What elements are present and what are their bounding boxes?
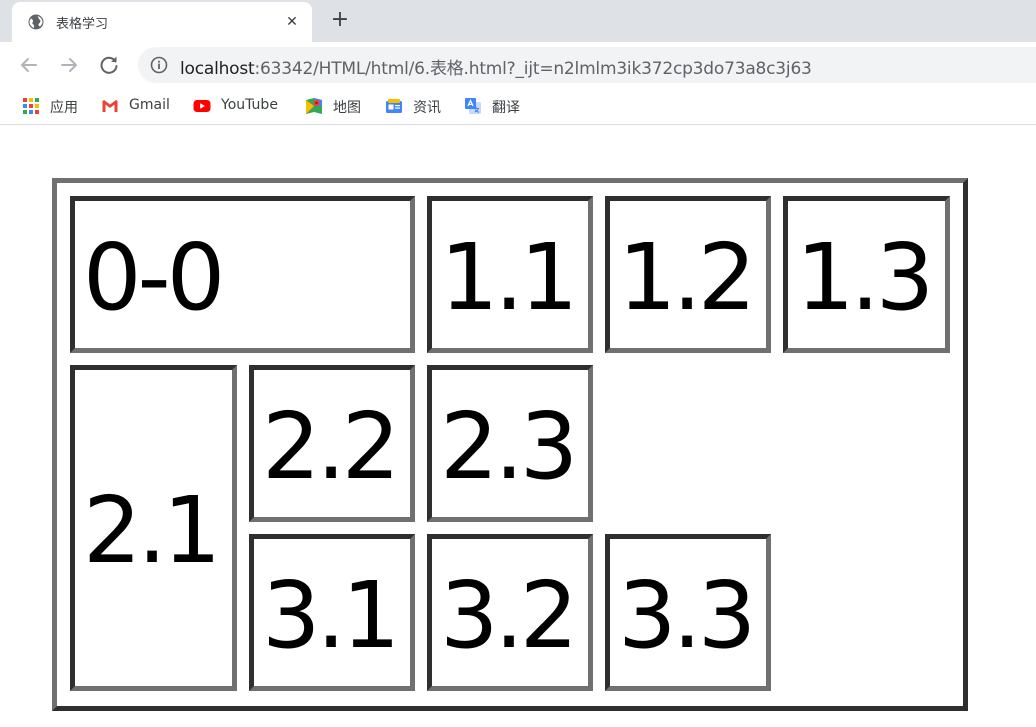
table-cell-text: 2.3: [440, 392, 578, 500]
maps-icon: [306, 98, 322, 114]
bookmarks-bar: 应用 Gmail YouTube 地图 资讯 翻译: [0, 88, 1036, 125]
browser-window: 表格学习 ✕ + localhost:63342/HTML/html/6.表格.…: [0, 0, 1036, 727]
new-tab-button[interactable]: +: [328, 9, 352, 33]
table-cell-3-3: 3.3: [605, 534, 771, 691]
table-cell-text: 3.2: [440, 561, 578, 669]
bookmark-label: 翻译: [492, 100, 520, 116]
globe-icon: [28, 14, 44, 30]
youtube-icon: [193, 100, 211, 112]
url-path: :63342/HTML/html/6.表格.html?_ijt=n2lmlm3i…: [254, 59, 812, 79]
tab-strip: 表格学习 ✕ +: [0, 0, 1036, 42]
table-cell-2-2: 2.2: [249, 365, 415, 522]
table-cell-1-1: 1.1: [427, 196, 593, 353]
table-cell-1-2: 1.2: [605, 196, 771, 353]
table-cell-2-3: 2.3: [427, 365, 593, 522]
info-icon[interactable]: [150, 56, 168, 74]
table-cell-text: 3.1: [262, 561, 400, 669]
table-cell-text: 1.1: [440, 223, 578, 331]
url-text[interactable]: localhost:63342/HTML/html/6.表格.html?_ijt…: [180, 54, 812, 79]
table-cell-3-2: 3.2: [427, 534, 593, 691]
forward-arrow-icon[interactable]: [57, 53, 81, 77]
tab-title: 表格学习: [56, 17, 109, 32]
address-bar[interactable]: localhost:63342/HTML/html/6.表格.html?_ijt…: [138, 47, 1036, 83]
table-cell-text: 3.3: [618, 561, 756, 669]
reload-icon[interactable]: [97, 53, 121, 77]
bookmark-label: YouTube: [221, 97, 278, 113]
table-cell-2-1: 2.1: [70, 365, 237, 691]
table-cell-text: 1.3: [796, 223, 934, 331]
translate-icon: [465, 98, 481, 114]
table-cell-text: 1.2: [618, 223, 756, 331]
bookmark-label: 地图: [333, 100, 361, 116]
news-icon: [386, 99, 402, 113]
page-content: 0-0 1.1 1.2 1.3 2.1 2.2 2.3 3.1 3.2 3.3: [0, 125, 1036, 727]
close-tab-icon[interactable]: ✕: [282, 12, 302, 32]
table-cell-1-3: 1.3: [783, 196, 950, 353]
apps-grid-icon: [23, 98, 39, 114]
table-cell-3-1: 3.1: [249, 534, 415, 691]
back-arrow-icon[interactable]: [17, 53, 41, 77]
bookmark-label: 资讯: [413, 100, 441, 116]
bookmark-label: Gmail: [129, 97, 170, 113]
bookmark-label: 应用: [50, 100, 78, 116]
table-cell-0-0: 0-0: [70, 196, 415, 353]
gmail-icon: [102, 100, 118, 112]
table-cell-text: 2.2: [262, 392, 400, 500]
table-cell-text: 2.1: [83, 477, 221, 584]
tab-active[interactable]: 表格学习 ✕: [12, 2, 312, 42]
table-cell-text: 0-0: [83, 223, 225, 331]
toolbar: localhost:63342/HTML/html/6.表格.html?_ijt…: [0, 42, 1036, 88]
url-host: localhost: [180, 59, 255, 79]
